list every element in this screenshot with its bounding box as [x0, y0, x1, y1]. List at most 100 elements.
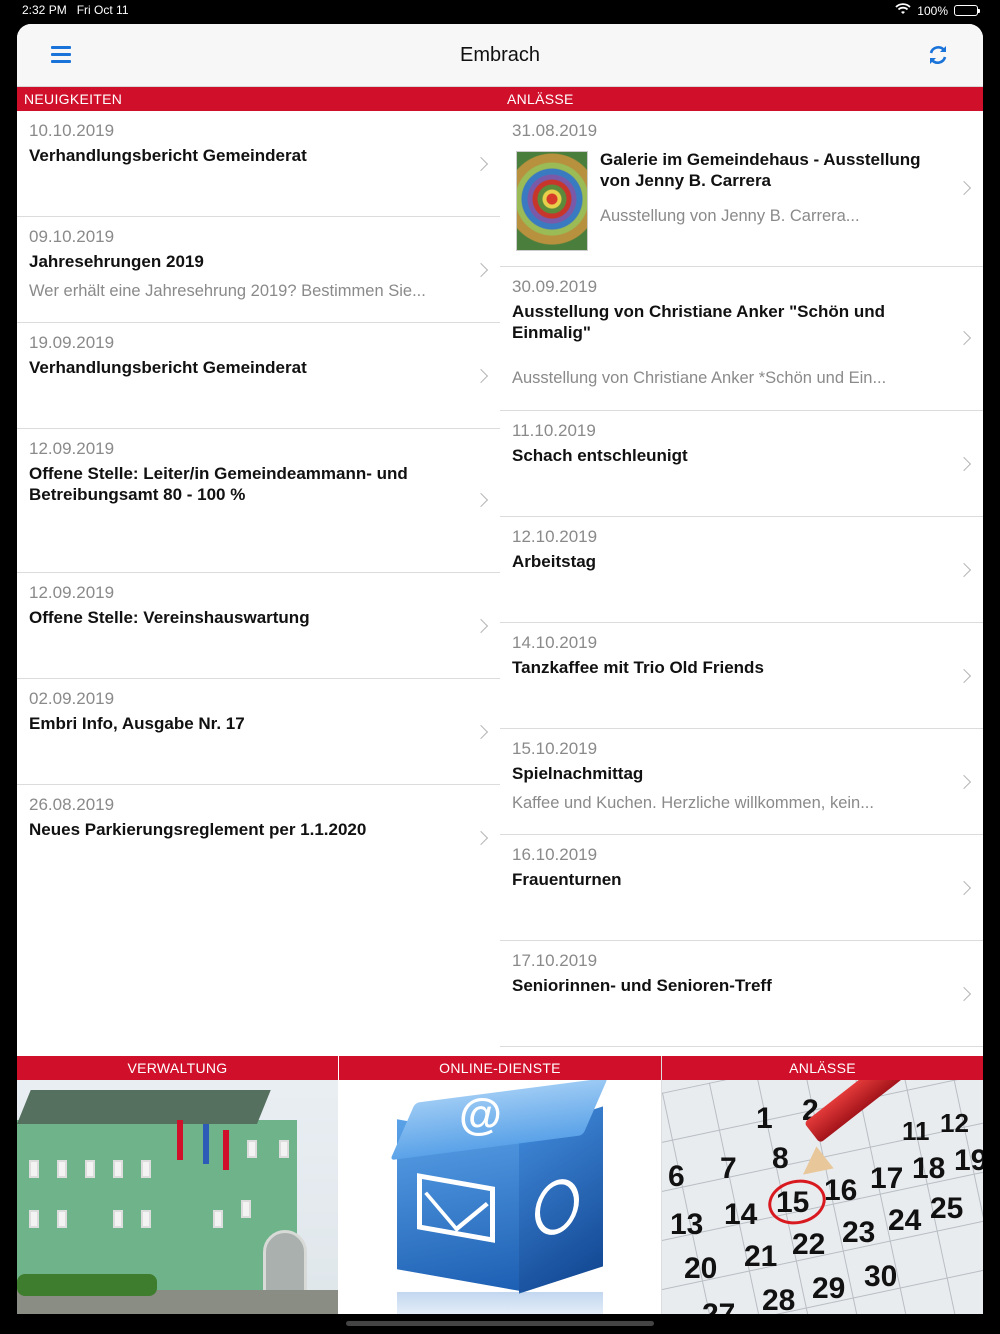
news-title: Embri Info, Ausgabe Nr. 17	[29, 714, 245, 733]
chevron-right-icon	[956, 330, 972, 346]
tile-label: ONLINE-DIENSTE	[339, 1056, 661, 1080]
chevron-right-icon	[956, 562, 972, 578]
event-item[interactable]: 11.10.2019 Schach entschleunigt	[500, 411, 983, 517]
calendar-number: 8	[772, 1142, 789, 1175]
calendar-number: 25	[930, 1192, 964, 1225]
app-screen: Embrach NEUIGKEITEN 10.10.2019 Verhandlu…	[17, 24, 983, 1314]
calendar-number: 30	[864, 1260, 898, 1293]
news-title: Offene Stelle: Vereinshauswartung	[29, 608, 310, 627]
calendar-number: 24	[888, 1204, 922, 1237]
event-date: 31.08.2019	[512, 121, 598, 140]
news-item[interactable]: 10.10.2019 Verhandlungsbericht Gemeinder…	[17, 111, 500, 217]
online-cube-image: @	[339, 1080, 661, 1314]
calendar-number: 6	[668, 1160, 685, 1193]
event-subtitle: Kaffee und Kuchen. Herzliche willkommen,…	[512, 794, 874, 812]
calendar-number: 16	[824, 1174, 858, 1207]
event-title: Galerie im Gemeindehaus - Ausstellung vo…	[600, 150, 921, 190]
event-item[interactable]: 14.10.2019 Tanzkaffee mit Trio Old Frien…	[500, 623, 983, 729]
event-thumbnail	[516, 151, 588, 251]
tile-online-dienste[interactable]: ONLINE-DIENSTE @	[339, 1056, 662, 1314]
chevron-right-icon	[473, 368, 489, 384]
tile-verwaltung[interactable]: VERWALTUNG	[17, 1056, 339, 1314]
event-date: 30.09.2019	[512, 277, 598, 296]
status-time: 2:32 PM Fri Oct 11	[22, 3, 129, 17]
event-title: Arbeitstag	[512, 552, 597, 571]
bottom-tiles: VERWALTUNG ONLINE-DIENSTE @ ANLÄSSE 1 2 …	[17, 1056, 983, 1314]
event-item[interactable]: 31.08.2019 Galerie im Gemeindehaus - Aus…	[500, 111, 983, 267]
chevron-right-icon	[956, 880, 972, 896]
tile-anlaesse[interactable]: ANLÄSSE 1 2 11 12 6 7 8 17 18 19 13 14 1…	[662, 1056, 983, 1314]
news-item[interactable]: 26.08.2019 Neues Parkierungsreglement pe…	[17, 785, 500, 891]
news-date: 02.09.2019	[29, 689, 115, 708]
event-date: 14.10.2019	[512, 633, 598, 652]
news-date: 26.08.2019	[29, 795, 115, 814]
calendar-number: 11	[902, 1116, 930, 1146]
calendar-number: 7	[720, 1152, 737, 1185]
news-title: Verhandlungsbericht Gemeinderat	[29, 358, 307, 377]
calendar-number: 17	[870, 1162, 904, 1195]
event-item[interactable]: 30.09.2019 Ausstellung von Christiane An…	[500, 267, 983, 411]
calendar-number: 19	[954, 1144, 983, 1177]
chevron-right-icon	[956, 668, 972, 684]
news-title: Jahresehrungen 2019	[29, 252, 204, 271]
event-date: 12.10.2019	[512, 527, 598, 546]
chevron-right-icon	[956, 180, 972, 196]
news-item[interactable]: 12.09.2019 Offene Stelle: Leiter/in Geme…	[17, 429, 500, 573]
event-date: 11.10.2019	[512, 421, 596, 440]
town-hall-image	[17, 1080, 338, 1314]
news-item[interactable]: 12.09.2019 Offene Stelle: Vereinshauswar…	[17, 573, 500, 679]
refresh-icon[interactable]	[927, 44, 949, 66]
battery-icon	[954, 5, 980, 16]
chevron-right-icon	[956, 456, 972, 472]
event-title: Spielnachmittag	[512, 764, 644, 783]
news-date: 09.10.2019	[29, 227, 115, 246]
news-date: 19.09.2019	[29, 333, 115, 352]
calendar-number: 1	[756, 1102, 773, 1135]
news-item[interactable]: 09.10.2019 Jahresehrungen 2019 Wer erhäl…	[17, 217, 500, 323]
calendar-number: 18	[912, 1152, 946, 1185]
status-bar: 2:32 PM Fri Oct 11 100%	[0, 0, 1000, 22]
event-date: 17.10.2019	[512, 951, 598, 970]
event-item[interactable]: 16.10.2019 Frauenturnen	[500, 835, 983, 941]
news-header: NEUIGKEITEN	[17, 87, 500, 111]
calendar-number: 20	[684, 1252, 718, 1285]
calendar-image: 1 2 11 12 6 7 8 17 18 19 13 14 15 16 25 …	[662, 1080, 983, 1314]
page-title: Embrach	[459, 44, 541, 66]
calendar-number: 23	[842, 1216, 876, 1249]
news-date: 12.09.2019	[29, 583, 115, 602]
chevron-right-icon	[473, 156, 489, 172]
calendar-number: 21	[744, 1240, 778, 1273]
chevron-right-icon	[473, 262, 489, 278]
news-title: Neues Parkierungsreglement per 1.1.2020	[29, 820, 367, 839]
event-item[interactable]: 17.10.2019 Seniorinnen- und Senioren-Tre…	[500, 941, 983, 1047]
news-title: Offene Stelle: Leiter/in Gemeindeammann-…	[29, 464, 408, 504]
news-date: 12.09.2019	[29, 439, 115, 458]
news-subtitle: Wer erhält eine Jahresehrung 2019? Besti…	[29, 282, 426, 300]
tile-label: VERWALTUNG	[17, 1056, 338, 1080]
chevron-right-icon	[473, 724, 489, 740]
news-date: 10.10.2019	[29, 121, 115, 140]
calendar-number: 27	[702, 1298, 735, 1314]
chevron-right-icon	[473, 830, 489, 846]
event-title: Frauenturnen	[512, 870, 622, 889]
event-item[interactable]: 12.10.2019 Arbeitstag	[500, 517, 983, 623]
event-title: Tanzkaffee mit Trio Old Friends	[512, 658, 764, 677]
calendar-number: 14	[724, 1198, 758, 1231]
calendar-number: 13	[670, 1208, 704, 1241]
event-item[interactable]: 15.10.2019 Spielnachmittag Kaffee und Ku…	[500, 729, 983, 835]
nav-bar: Embrach	[17, 24, 983, 87]
battery-percent: 100%	[917, 3, 948, 18]
calendar-number: 22	[792, 1228, 826, 1261]
calendar-number: 28	[762, 1284, 796, 1314]
news-item[interactable]: 02.09.2019 Embri Info, Ausgabe Nr. 17	[17, 679, 500, 785]
news-title: Verhandlungsbericht Gemeinderat	[29, 146, 307, 165]
home-indicator[interactable]	[346, 1321, 654, 1326]
status-right: 100%	[895, 3, 980, 18]
news-item[interactable]: 19.09.2019 Verhandlungsbericht Gemeinder…	[17, 323, 500, 429]
chevron-right-icon	[473, 492, 489, 508]
event-title: Seniorinnen- und Senioren-Treff	[512, 976, 772, 995]
event-subtitle: Ausstellung von Jenny B. Carrera...	[600, 207, 860, 225]
chevron-right-icon	[956, 774, 972, 790]
news-column: NEUIGKEITEN 10.10.2019 Verhandlungsberic…	[17, 87, 500, 891]
events-column: ANLÄSSE 31.08.2019 Galerie im Gemeindeha…	[500, 87, 983, 1047]
